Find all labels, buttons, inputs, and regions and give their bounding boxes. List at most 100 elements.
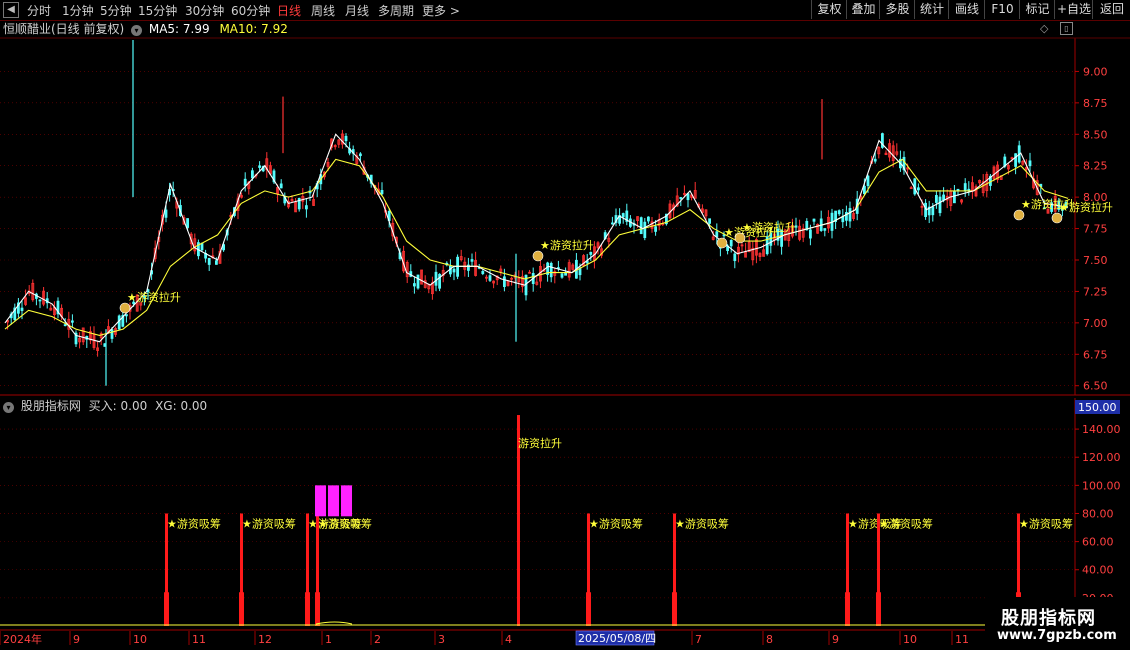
candle-body [837, 210, 841, 215]
candle-body [20, 307, 24, 312]
candle-body [258, 165, 262, 168]
x-axis-label: 9 [832, 633, 839, 646]
absorb-signal-bar-base [845, 592, 850, 626]
candle-body [560, 273, 564, 278]
main-y-tick-label: 7.00 [1083, 317, 1108, 330]
candle-body [812, 218, 816, 222]
candle-body [823, 228, 827, 231]
candle-body [502, 276, 506, 287]
candle-body [358, 153, 362, 157]
candle-body [344, 135, 348, 142]
indicator-top-value: 150.00 [1078, 401, 1117, 414]
candle-body [279, 183, 283, 189]
x-axis-label: 11 [192, 633, 206, 646]
candle-body [679, 197, 683, 199]
magenta-block [328, 485, 339, 517]
candle-body [863, 185, 866, 195]
absorb-signal-bar-base [315, 592, 320, 626]
candle-body [452, 268, 456, 273]
candle-body [647, 216, 650, 222]
candle-body [942, 194, 945, 201]
candle-body [1014, 153, 1017, 167]
candle-body [841, 216, 845, 223]
candle-body [848, 208, 852, 222]
absorb-signal-bar-base [305, 592, 310, 626]
candle-body [186, 218, 190, 228]
absorb-label: ★游资吸筹 [167, 516, 221, 530]
candle-body [63, 324, 67, 327]
candle-body [866, 175, 870, 187]
x-axis-label: 3 [438, 633, 445, 646]
candle-body [488, 275, 492, 281]
candle-body [110, 329, 114, 339]
kline-chart[interactable]: 9.008.758.508.258.007.757.507.257.006.75… [0, 0, 1130, 650]
candle-body [733, 253, 737, 262]
absorb-label: ★游资吸筹 [589, 516, 643, 530]
money-bag-icon [532, 250, 544, 262]
money-bag-icon [1051, 212, 1063, 224]
main-y-tick-label: 7.25 [1083, 285, 1108, 298]
watermark-logo: 股朋指标网 www.7gpzb.com [985, 597, 1130, 650]
candle-body [578, 268, 582, 276]
indicator-y-tick-label: 120.00 [1082, 451, 1121, 464]
main-y-tick-label: 6.50 [1083, 380, 1108, 393]
absorb-signal-bar-base [672, 592, 677, 626]
candle-body [1028, 160, 1032, 167]
magenta-block [315, 485, 326, 517]
money-bag-icon [716, 237, 728, 249]
x-axis-label: 8 [766, 633, 773, 646]
indicator-y-tick-label: 60.00 [1082, 536, 1114, 549]
candle-body [434, 271, 438, 286]
candle-body [963, 183, 967, 191]
indicator-y-tick-label: 40.00 [1082, 564, 1114, 577]
absorb-signal-bar-base [876, 592, 881, 626]
absorb-signal-bar-base [239, 592, 244, 626]
indicator-y-tick-label: 100.00 [1082, 479, 1121, 492]
candle-body [549, 262, 553, 278]
indicator-y-tick-label: 140.00 [1082, 423, 1121, 436]
indicator-y-tick-label: 80.00 [1082, 507, 1114, 520]
signal-label-main: ★游资拉升 [127, 290, 181, 304]
candle-body [873, 158, 877, 162]
candle-body [589, 251, 593, 255]
money-bag-icon [119, 302, 131, 314]
candle-body [654, 226, 657, 232]
main-y-tick-label: 6.75 [1083, 348, 1108, 361]
x-axis-label: 1 [325, 633, 332, 646]
absorb-label: ★游资吸筹 [318, 516, 372, 530]
signal-label-main: ★游资拉升 [1059, 200, 1113, 214]
signal-label-main: ★游资拉升 [540, 238, 594, 252]
candle-body [729, 239, 733, 247]
candle-body [38, 299, 42, 302]
candle-body [71, 320, 74, 323]
x-axis-label: 4 [505, 633, 512, 646]
money-bag-icon [1013, 209, 1025, 221]
main-y-tick-label: 8.50 [1083, 128, 1108, 141]
x-axis-label: 11 [955, 633, 969, 646]
candle-body [715, 231, 719, 238]
absorb-label: ★游资吸筹 [675, 516, 729, 530]
lift-label: 游资拉升 [518, 436, 562, 450]
candle-body [164, 209, 168, 218]
candle-body [214, 260, 218, 265]
candle-body [953, 190, 956, 204]
candle-body [621, 213, 625, 218]
main-y-tick-label: 8.75 [1083, 97, 1108, 110]
candle-body [643, 221, 647, 239]
absorb-signal-bar-base [164, 592, 169, 626]
main-y-tick-label: 9.00 [1083, 65, 1108, 78]
magenta-block [341, 485, 352, 517]
candle-body [956, 188, 960, 191]
main-y-tick-label: 7.75 [1083, 223, 1108, 236]
candle-body [416, 274, 420, 289]
money-bag-icon [734, 232, 746, 244]
absorb-label: ★游资吸筹 [879, 516, 933, 530]
x-axis-label: 10 [903, 633, 917, 646]
candle-body [639, 217, 643, 235]
candle-body [117, 315, 121, 330]
watermark-line2: www.7gpzb.com [997, 628, 1117, 643]
candle-body [125, 314, 128, 317]
candle-body [611, 222, 614, 225]
x-axis-label: 12 [258, 633, 272, 646]
candle-body [481, 271, 485, 275]
